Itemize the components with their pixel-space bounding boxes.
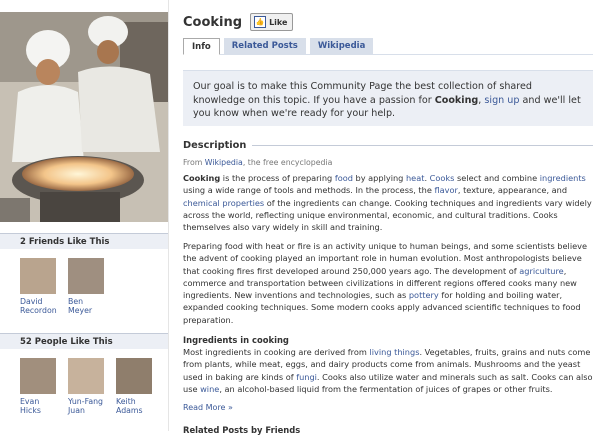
paragraph-text: , texture, appearance, and xyxy=(457,185,568,196)
description-paragraph-3: Most ingredients in cooking are derived … xyxy=(183,346,598,395)
person-name[interactable]: Evan Hicks xyxy=(20,397,60,415)
people-list: Evan Hicks Yun-Fang Juan Keith Adams xyxy=(20,358,170,415)
person-item[interactable]: Yun-Fang Juan xyxy=(68,358,108,415)
friends-list: David Recordon Ben Meyer xyxy=(20,258,170,315)
like-button[interactable]: 👍 Like xyxy=(250,13,294,31)
avatar[interactable] xyxy=(68,258,104,294)
friend-item[interactable]: Ben Meyer xyxy=(68,258,108,315)
tab-related-posts[interactable]: Related Posts xyxy=(223,38,306,54)
paragraph-text: , an alcohol-based liquid from the ferme… xyxy=(219,383,553,394)
wikipedia-link[interactable]: Wikipedia xyxy=(205,158,243,167)
inline-link[interactable]: pottery xyxy=(409,290,439,300)
like-label: Like xyxy=(269,17,288,27)
inline-link[interactable]: wine xyxy=(200,384,219,394)
page-title: Cooking xyxy=(183,14,243,30)
inline-link[interactable]: chemical properties xyxy=(183,198,264,208)
inline-link[interactable]: food xyxy=(335,173,353,183)
source-prefix: From xyxy=(183,158,205,167)
community-notice: Our goal is to make this Community Page … xyxy=(183,70,593,126)
person-name[interactable]: Yun-Fang Juan xyxy=(68,397,108,415)
avatar[interactable] xyxy=(20,258,56,294)
description-title: Description xyxy=(183,140,247,151)
related-posts-heading: Related Posts by Friends xyxy=(183,425,301,435)
description-paragraph-2: Preparing food with heat or fire is an a… xyxy=(183,240,598,326)
avatar[interactable] xyxy=(20,358,56,394)
chefs-cooking-image xyxy=(0,12,168,222)
person-item[interactable]: Keith Adams xyxy=(116,358,156,415)
tab-wikipedia[interactable]: Wikipedia xyxy=(309,38,374,54)
paragraph-text: using a wide range of tools and methods.… xyxy=(183,185,435,196)
page-header: Cooking 👍 Like xyxy=(183,12,294,32)
thumbs-up-icon: 👍 xyxy=(254,16,267,28)
divider xyxy=(252,145,593,146)
friend-name[interactable]: Ben Meyer xyxy=(68,297,108,315)
notice-keyword: Cooking xyxy=(434,94,479,106)
person-item[interactable]: Evan Hicks xyxy=(20,358,60,415)
paragraph-text: by applying xyxy=(352,173,406,183)
people-like-heading: 52 People Like This xyxy=(0,333,168,349)
friend-item[interactable]: David Recordon xyxy=(20,258,60,315)
read-more-link[interactable]: Read More » xyxy=(183,403,233,412)
page-photo[interactable] xyxy=(0,12,168,222)
main-content: Cooking 👍 Like Info Related Posts Wikipe… xyxy=(183,0,616,435)
inline-link[interactable]: heat xyxy=(406,173,424,183)
friends-like-heading: 2 Friends Like This xyxy=(0,233,168,249)
inline-link[interactable]: flavor xyxy=(434,185,457,195)
inline-link[interactable]: Cooks xyxy=(430,173,455,183)
inline-link[interactable]: living things xyxy=(369,347,419,357)
description-heading: Description xyxy=(183,140,593,151)
source-suffix: , the free encyclopedia xyxy=(242,158,333,167)
paragraph-text: select and combine xyxy=(454,173,540,183)
inline-link[interactable]: ingredients xyxy=(540,173,586,183)
person-name[interactable]: Keith Adams xyxy=(116,397,156,415)
sign-up-link[interactable]: sign up xyxy=(484,95,519,106)
paragraph-text: is the process of preparing xyxy=(220,173,335,183)
left-column: 2 Friends Like This David Recordon Ben M… xyxy=(0,0,169,431)
paragraph-text: Most ingredients in cooking are derived … xyxy=(183,347,370,357)
inline-link[interactable]: agriculture xyxy=(519,266,563,276)
description-paragraph-1: Cooking is the process of preparing food… xyxy=(183,172,598,233)
ingredients-heading: Ingredients in cooking xyxy=(183,335,289,345)
avatar[interactable] xyxy=(68,358,104,394)
keyword: Cooking xyxy=(183,173,221,183)
tab-info[interactable]: Info xyxy=(183,38,220,55)
avatar[interactable] xyxy=(116,358,152,394)
friend-name[interactable]: David Recordon xyxy=(20,297,60,315)
inline-link[interactable]: fungi xyxy=(296,372,317,382)
tab-bar: Info Related Posts Wikipedia xyxy=(183,38,593,55)
source-line: From Wikipedia, the free encyclopedia xyxy=(183,158,332,167)
